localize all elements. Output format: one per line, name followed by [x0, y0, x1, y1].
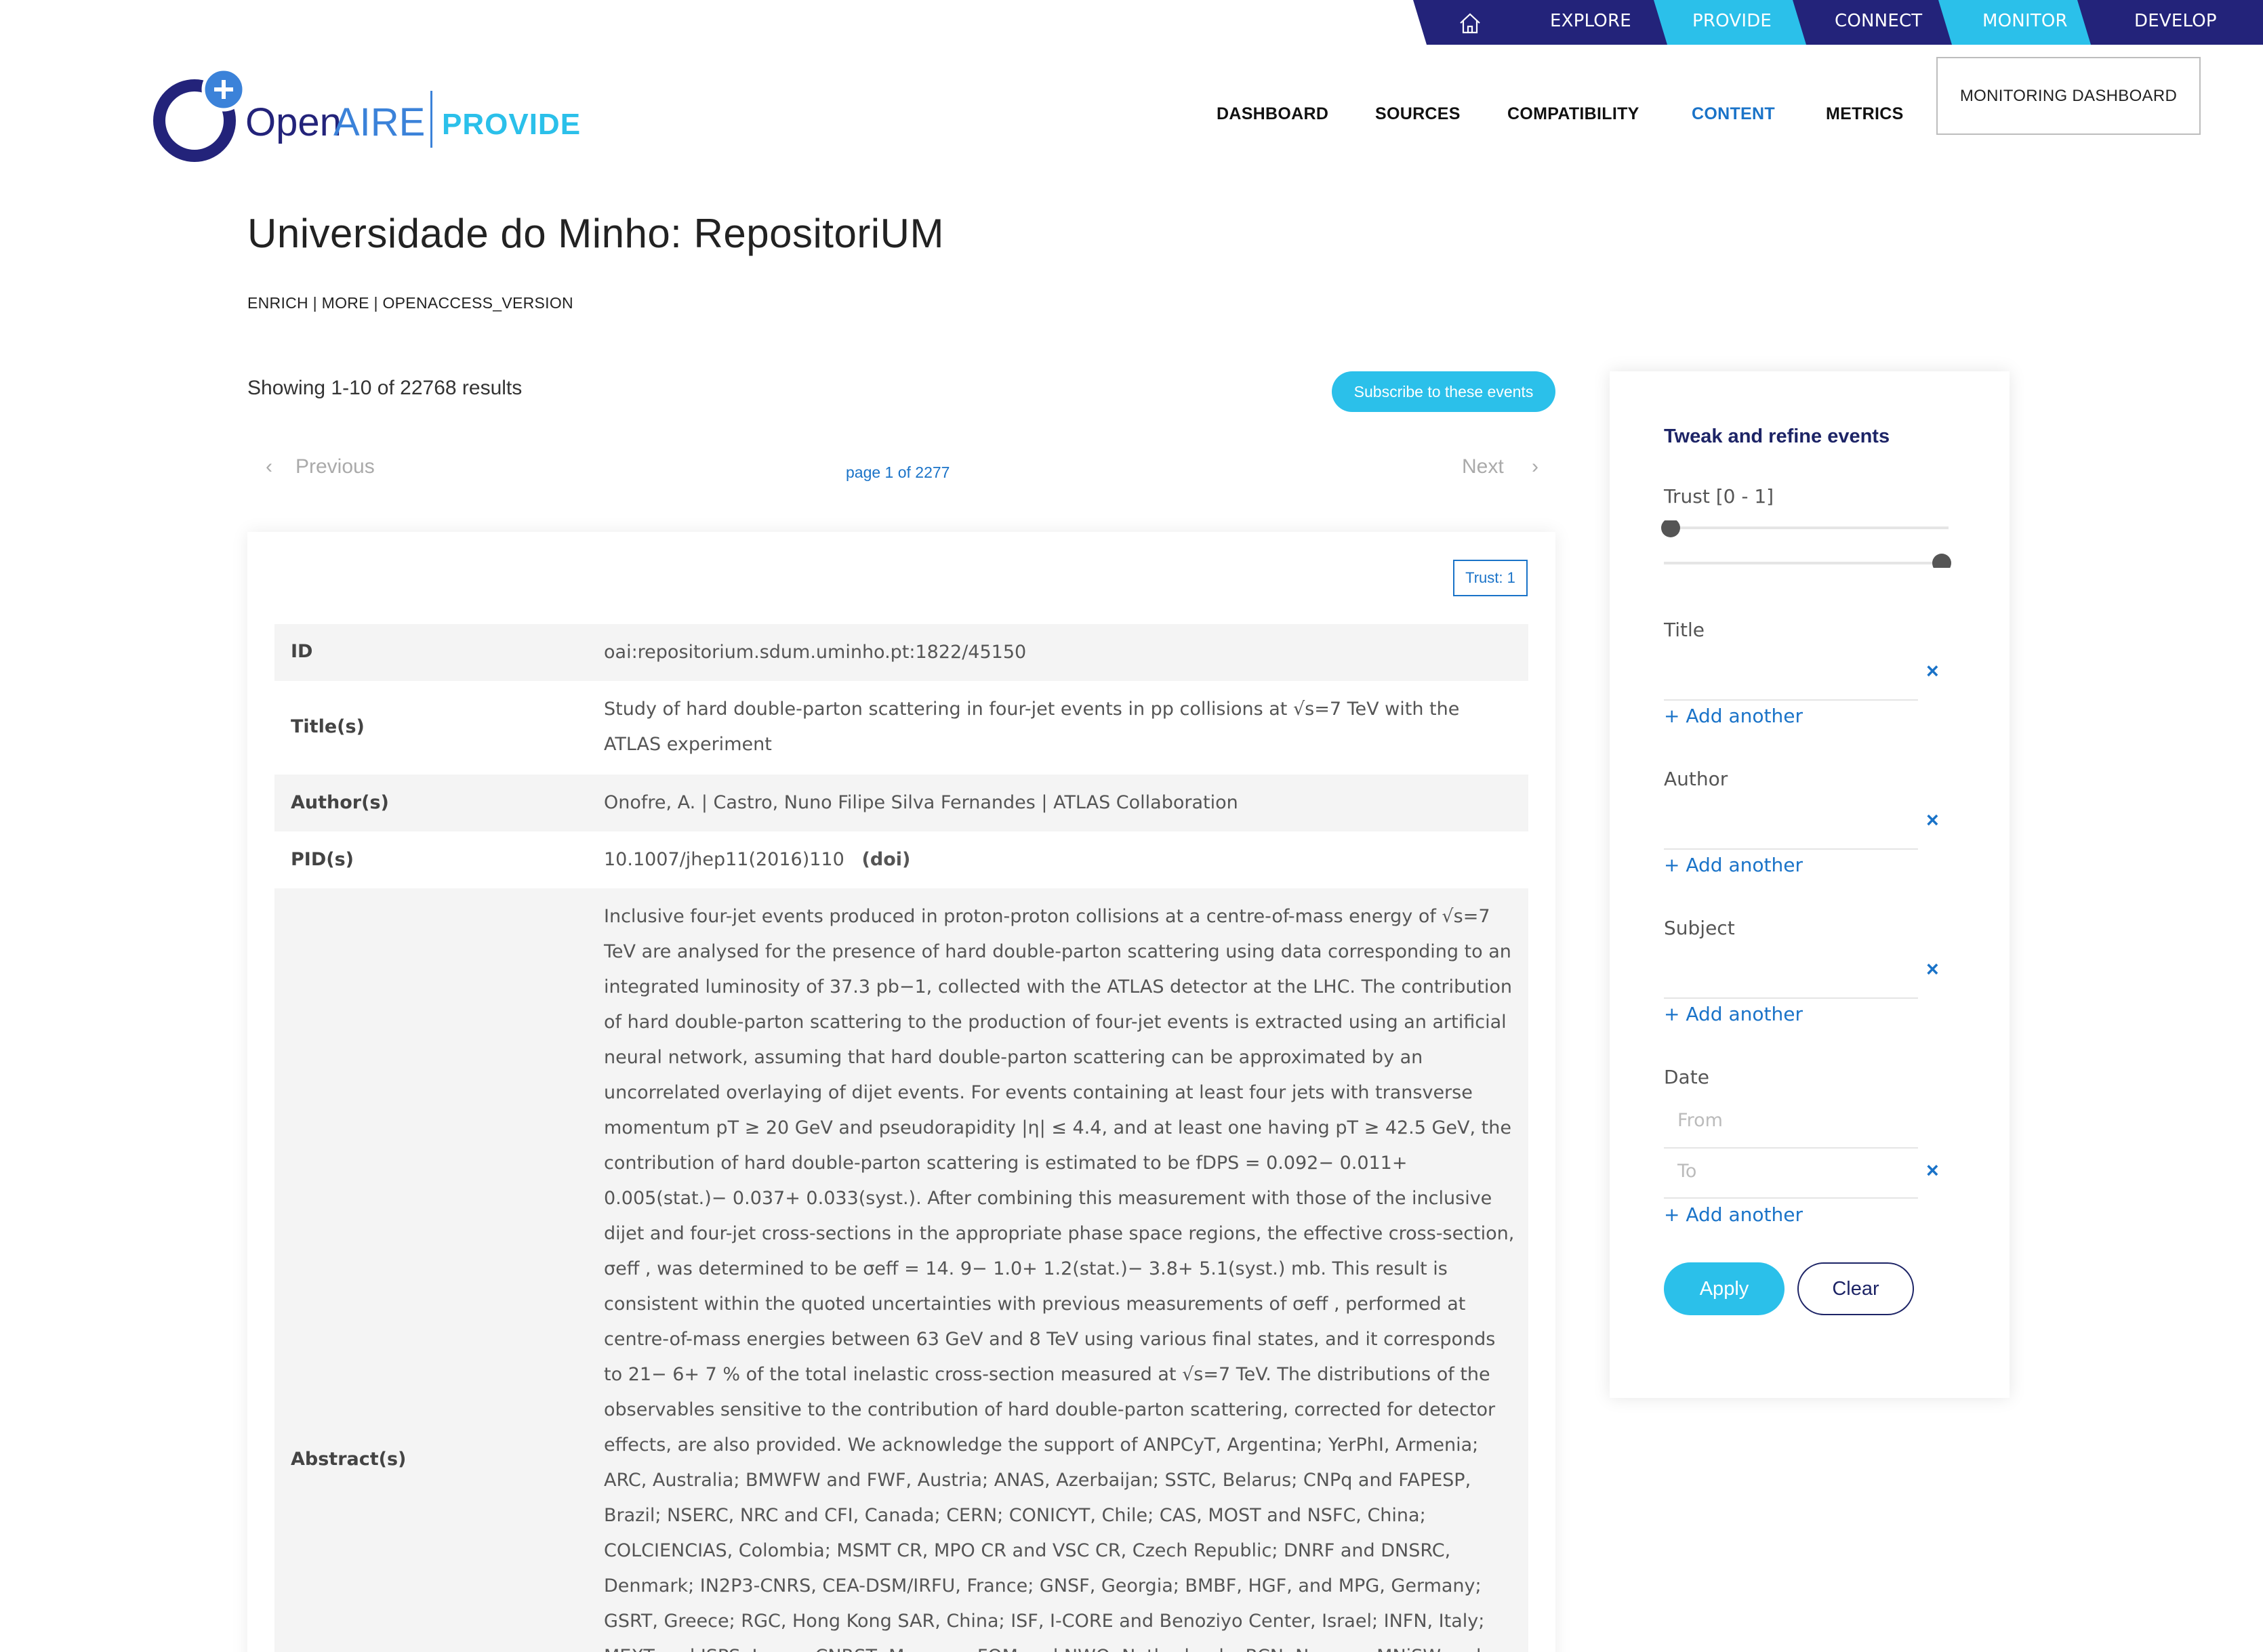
- slider-max-handle: [1932, 554, 1951, 568]
- abstract-label: Abstract(s): [291, 1449, 407, 1470]
- author-filter-label: Author: [1664, 768, 1728, 790]
- record-author-row: Author(s) Onofre, A. | Castro, Nuno Fili…: [274, 775, 1528, 831]
- logo-aire-text: AIRE: [333, 100, 425, 144]
- abstract-value: Inclusive four-jet events produced in pr…: [604, 906, 1515, 1652]
- title-filter-input[interactable]: [1664, 699, 1918, 701]
- date-to-underline: [1664, 1197, 1918, 1199]
- add-another-title[interactable]: + Add another: [1664, 705, 1803, 727]
- date-from-input[interactable]: From: [1677, 1110, 1723, 1131]
- add-another-author[interactable]: + Add another: [1664, 854, 1803, 876]
- topnav-monitor[interactable]: MONITOR: [1982, 0, 2068, 45]
- subject-filter-input[interactable]: [1664, 997, 1918, 999]
- record-id-row: ID oai:repositorium.sdum.uminho.pt:1822/…: [274, 624, 1528, 681]
- topnav-explore[interactable]: EXPLORE: [1550, 0, 1631, 45]
- openaire-provide-logo[interactable]: Open AIRE PROVIDE: [150, 66, 584, 168]
- topnav-connect[interactable]: CONNECT: [1835, 0, 1922, 45]
- trust-label: Trust [0 - 1]: [1664, 485, 1774, 508]
- add-another-label: Add another: [1686, 705, 1803, 727]
- nav-metrics[interactable]: METRICS: [1826, 104, 1904, 124]
- refine-sidebar: Tweak and refine events Trust [0 - 1] Ti…: [1610, 371, 2010, 1398]
- sidebar-title: Tweak and refine events: [1664, 426, 1890, 447]
- trust-badge: Trust: 1: [1453, 560, 1528, 596]
- close-icon[interactable]: ×: [1926, 659, 1939, 684]
- pid-value: 10.1007/jhep11(2016)110 (doi): [604, 842, 1515, 877]
- next-link[interactable]: Next: [1462, 455, 1504, 478]
- trust-range-slider[interactable]: [1657, 520, 1955, 568]
- logo-open-text: Open: [245, 100, 342, 144]
- monitoring-dashboard-button[interactable]: MONITORING DASHBOARD: [1936, 57, 2201, 135]
- chevron-left-icon[interactable]: ‹: [266, 455, 272, 478]
- subject-filter-label: Subject: [1664, 917, 1735, 939]
- apply-button[interactable]: Apply: [1664, 1262, 1785, 1315]
- nav-sources[interactable]: SOURCES: [1375, 104, 1461, 124]
- page-indicator: page 1 of 2277: [846, 463, 950, 481]
- title-label: Title(s): [291, 716, 365, 737]
- pid-number: 10.1007/jhep11(2016)110: [604, 849, 844, 870]
- close-icon[interactable]: ×: [1926, 1158, 1939, 1183]
- breadcrumb: ENRICH | MORE | OPENACCESS_VERSION: [247, 294, 573, 312]
- slider-min-handle: [1661, 520, 1680, 537]
- id-value: oai:repositorium.sdum.uminho.pt:1822/451…: [604, 642, 1027, 663]
- title-filter-label: Title: [1664, 619, 1705, 641]
- author-label: Author(s): [291, 792, 389, 813]
- add-another-date[interactable]: + Add another: [1664, 1203, 1803, 1226]
- clear-button[interactable]: Clear: [1797, 1262, 1914, 1315]
- add-another-subject[interactable]: + Add another: [1664, 1003, 1803, 1025]
- pid-type: (doi): [861, 849, 911, 870]
- date-from-underline: [1664, 1147, 1918, 1149]
- nav-compatibility[interactable]: COMPATIBILITY: [1507, 104, 1639, 124]
- author-filter-input[interactable]: [1664, 848, 1918, 850]
- id-label: ID: [291, 641, 313, 662]
- record-pid-row: PID(s) 10.1007/jhep11(2016)110 (doi): [274, 831, 1528, 888]
- subscribe-button[interactable]: Subscribe to these events: [1332, 371, 1555, 412]
- close-icon[interactable]: ×: [1926, 957, 1939, 982]
- top-navigation: EXPLORE PROVIDE CONNECT MONITOR DEVELOP: [1413, 0, 2263, 45]
- home-icon[interactable]: [1456, 9, 1484, 37]
- pid-label: PID(s): [291, 849, 354, 870]
- chevron-right-icon[interactable]: ›: [1532, 455, 1538, 478]
- close-icon[interactable]: ×: [1926, 808, 1939, 833]
- record-title-row: Title(s) Study of hard double-parton sca…: [274, 681, 1528, 775]
- topnav-develop[interactable]: DEVELOP: [2134, 0, 2217, 45]
- title-value: Study of hard double-parton scattering i…: [604, 699, 1460, 755]
- author-value: Onofre, A. | Castro, Nuno Filipe Silva F…: [604, 792, 1238, 813]
- nav-content[interactable]: CONTENT: [1692, 104, 1775, 124]
- logo-provide-text: PROVIDE: [442, 108, 581, 141]
- add-another-label: Add another: [1686, 1203, 1803, 1226]
- results-count: Showing 1-10 of 22768 results: [247, 377, 523, 399]
- topnav-provide[interactable]: PROVIDE: [1692, 0, 1772, 45]
- add-another-label: Add another: [1686, 854, 1803, 876]
- nav-dashboard[interactable]: DASHBOARD: [1217, 104, 1328, 124]
- previous-link[interactable]: Previous: [295, 455, 375, 478]
- date-filter-label: Date: [1664, 1066, 1709, 1088]
- record-abstract-row: Abstract(s) Inclusive four-jet events pr…: [274, 888, 1528, 1652]
- add-another-label: Add another: [1686, 1003, 1803, 1025]
- date-to-input[interactable]: To: [1677, 1161, 1696, 1182]
- page-title: Universidade do Minho: RepositoriUM: [247, 211, 944, 256]
